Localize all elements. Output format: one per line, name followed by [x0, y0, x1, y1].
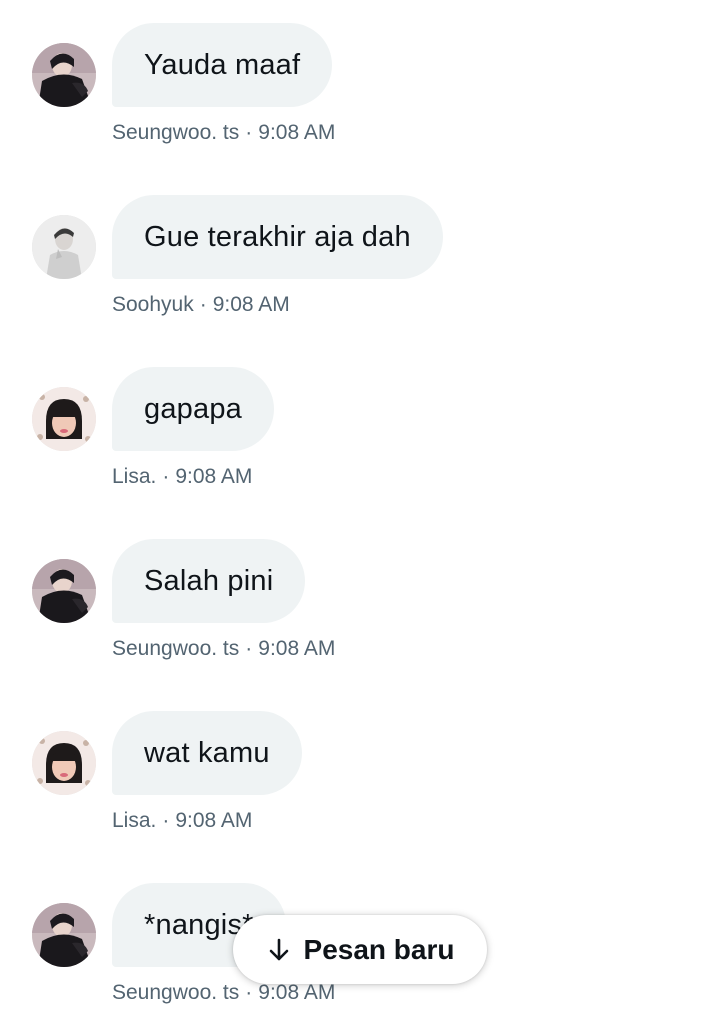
message-text: gapapa [144, 392, 242, 425]
message-bubble[interactable]: wat kamu [112, 711, 302, 795]
arrow-down-icon [269, 938, 288, 960]
meta-separator: · [245, 637, 253, 660]
seungwoo-avatar[interactable] [32, 43, 96, 107]
meta-separator: · [199, 293, 207, 316]
message-meta: Seungwoo. ts · 9:08 AM [112, 637, 335, 661]
message-item: Gue terakhir aja dah Soohyuk · 9:08 AM [0, 195, 714, 345]
message-item: gapapa Lisa. · 9:08 AM [0, 367, 714, 517]
seungwoo-avatar[interactable] [32, 903, 96, 967]
message-bubble[interactable]: Yauda maaf [112, 23, 333, 107]
message-text: wat kamu [144, 736, 270, 769]
message-time: 9:08 AM [175, 809, 253, 832]
lisa-avatar[interactable] [32, 731, 96, 795]
message-meta: Lisa. · 9:08 AM [112, 809, 252, 833]
message-text: Yauda maaf [144, 48, 301, 81]
meta-separator: · [245, 121, 253, 144]
message-bubble[interactable]: Salah pini [112, 539, 306, 623]
sender-name[interactable]: Soohyuk [112, 293, 194, 316]
meta-separator: · [245, 981, 253, 1004]
meta-separator: · [162, 809, 170, 832]
message-item: Salah pini Seungwoo. ts · 9:08 AM [0, 539, 714, 689]
seungwoo-avatar[interactable] [32, 559, 96, 623]
message-time: 9:08 AM [258, 981, 336, 1004]
message-bubble[interactable]: gapapa [112, 367, 274, 451]
lisa-avatar[interactable] [32, 387, 96, 451]
message-bubble[interactable]: Gue terakhir aja dah [112, 195, 443, 279]
sender-name[interactable]: Lisa. [112, 465, 156, 488]
message-meta: Seungwoo. ts · 9:08 AM [112, 981, 335, 1005]
new-messages-button[interactable]: Pesan baru [233, 915, 487, 984]
message-meta: Seungwoo. ts · 9:08 AM [112, 121, 335, 145]
new-messages-label: Pesan baru [303, 933, 455, 965]
message-text: Salah pini [144, 564, 274, 597]
message-meta: Lisa. · 9:08 AM [112, 465, 252, 489]
sender-name[interactable]: Lisa. [112, 809, 156, 832]
soohyuk-avatar[interactable] [32, 215, 96, 279]
meta-separator: · [162, 465, 170, 488]
sender-name[interactable]: Seungwoo. ts [112, 981, 239, 1004]
message-time: 9:08 AM [175, 465, 253, 488]
sender-name[interactable]: Seungwoo. ts [112, 121, 239, 144]
message-item: Yauda maaf Seungwoo. ts · 9:08 AM [0, 23, 714, 173]
message-time: 9:08 AM [212, 293, 290, 316]
sender-name[interactable]: Seungwoo. ts [112, 637, 239, 660]
message-time: 9:08 AM [258, 121, 336, 144]
message-text: Gue terakhir aja dah [144, 220, 411, 253]
message-item: wat kamu Lisa. · 9:08 AM [0, 711, 714, 861]
message-meta: Soohyuk · 9:08 AM [112, 293, 290, 317]
message-time: 9:08 AM [258, 637, 336, 660]
